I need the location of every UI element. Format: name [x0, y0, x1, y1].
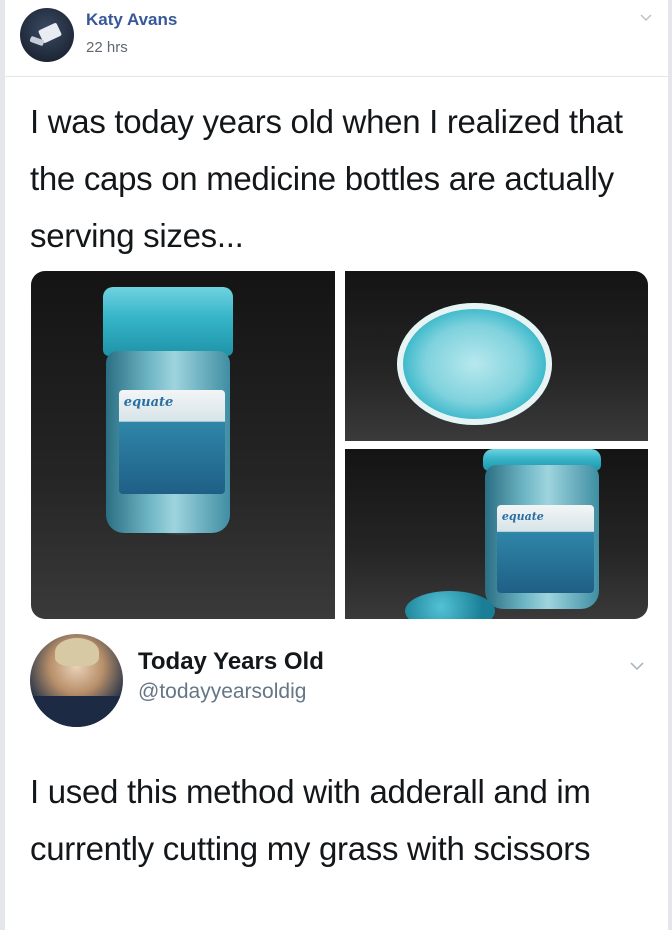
pills-in-cap: [405, 591, 495, 619]
author-avatar[interactable]: [20, 8, 74, 62]
header-divider: [5, 76, 668, 77]
right-border: [668, 0, 672, 930]
post-header: Katy Avans 22 hrs: [20, 8, 660, 68]
post-timestamp[interactable]: 22 hrs: [86, 39, 128, 56]
brand-label: equate: [501, 509, 544, 523]
bottle-cap: [397, 303, 552, 425]
reply-handle[interactable]: @todayyearsoldig: [138, 680, 306, 704]
author-name[interactable]: Katy Avans: [86, 10, 177, 30]
chevron-down-icon[interactable]: [627, 656, 647, 676]
chevron-down-icon[interactable]: [638, 10, 654, 26]
photo-bottle-with-pills[interactable]: equate: [345, 449, 648, 619]
reply-text: I used this method with adderall and im …: [30, 773, 591, 867]
reply-avatar[interactable]: [30, 634, 123, 727]
photo-grid: equate equate: [31, 271, 648, 619]
reply-display-name[interactable]: Today Years Old: [138, 648, 324, 676]
photo-bottle-closed[interactable]: equate: [31, 271, 335, 619]
left-border: [0, 0, 5, 930]
photo-cap-upside-down[interactable]: [345, 271, 648, 441]
tweet-text: I was today years old when I realized th…: [30, 103, 623, 254]
brand-label: equate: [123, 395, 174, 411]
